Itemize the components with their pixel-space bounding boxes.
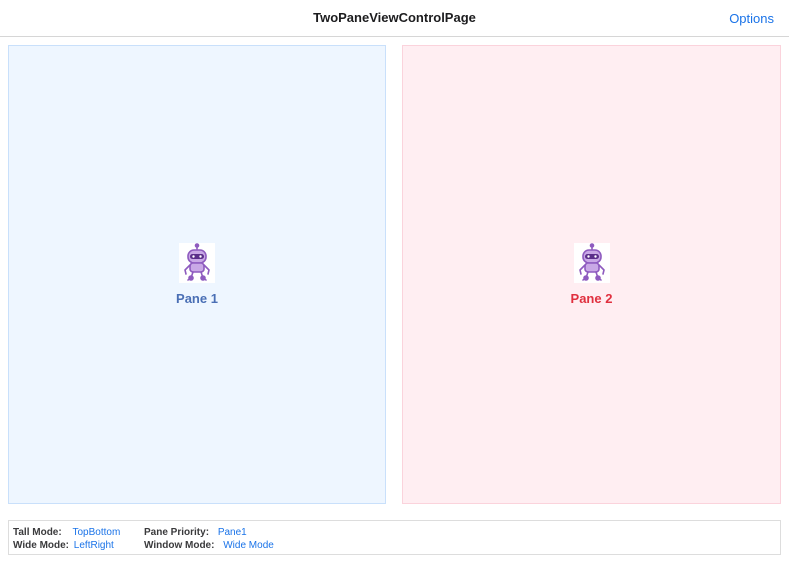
pane-1-label: Pane 1 xyxy=(176,291,218,306)
pane-2-label: Pane 2 xyxy=(570,291,613,306)
wide-mode-value[interactable]: LeftRight xyxy=(74,540,114,551)
app-window: TwoPaneViewControlPage Options Pane 1 Pa… xyxy=(0,0,789,563)
pane-2-content: Pane 2 xyxy=(403,243,780,306)
options-button[interactable]: Options xyxy=(729,11,774,26)
wide-mode-row: Wide Mode: LeftRight xyxy=(13,539,114,552)
robot-icon xyxy=(573,243,610,283)
tall-mode-value[interactable]: TopBottom xyxy=(72,527,120,538)
pane-1-content: Pane 1 xyxy=(9,243,385,306)
pane-priority-label: Pane Priority: xyxy=(144,527,210,538)
pane-priority-row: Pane Priority: Pane1 xyxy=(144,526,247,539)
page-title: TwoPaneViewControlPage xyxy=(313,10,476,25)
pane-2: Pane 2 xyxy=(402,45,781,504)
tall-mode-label: Tall Mode: xyxy=(13,527,62,538)
window-mode-value[interactable]: Wide Mode xyxy=(223,540,274,551)
window-mode-label: Window Mode: xyxy=(144,540,215,551)
window-mode-row: Window Mode: Wide Mode xyxy=(144,539,274,552)
robot-icon xyxy=(179,243,215,283)
pane-priority-value[interactable]: Pane1 xyxy=(218,527,247,538)
wide-mode-label: Wide Mode: xyxy=(13,540,70,551)
status-panel: Tall Mode: TopBottom Pane Priority: Pane… xyxy=(8,520,781,555)
navigation-bar: TwoPaneViewControlPage Options xyxy=(0,0,789,37)
tall-mode-row: Tall Mode: TopBottom xyxy=(13,526,120,539)
pane-1: Pane 1 xyxy=(8,45,386,504)
